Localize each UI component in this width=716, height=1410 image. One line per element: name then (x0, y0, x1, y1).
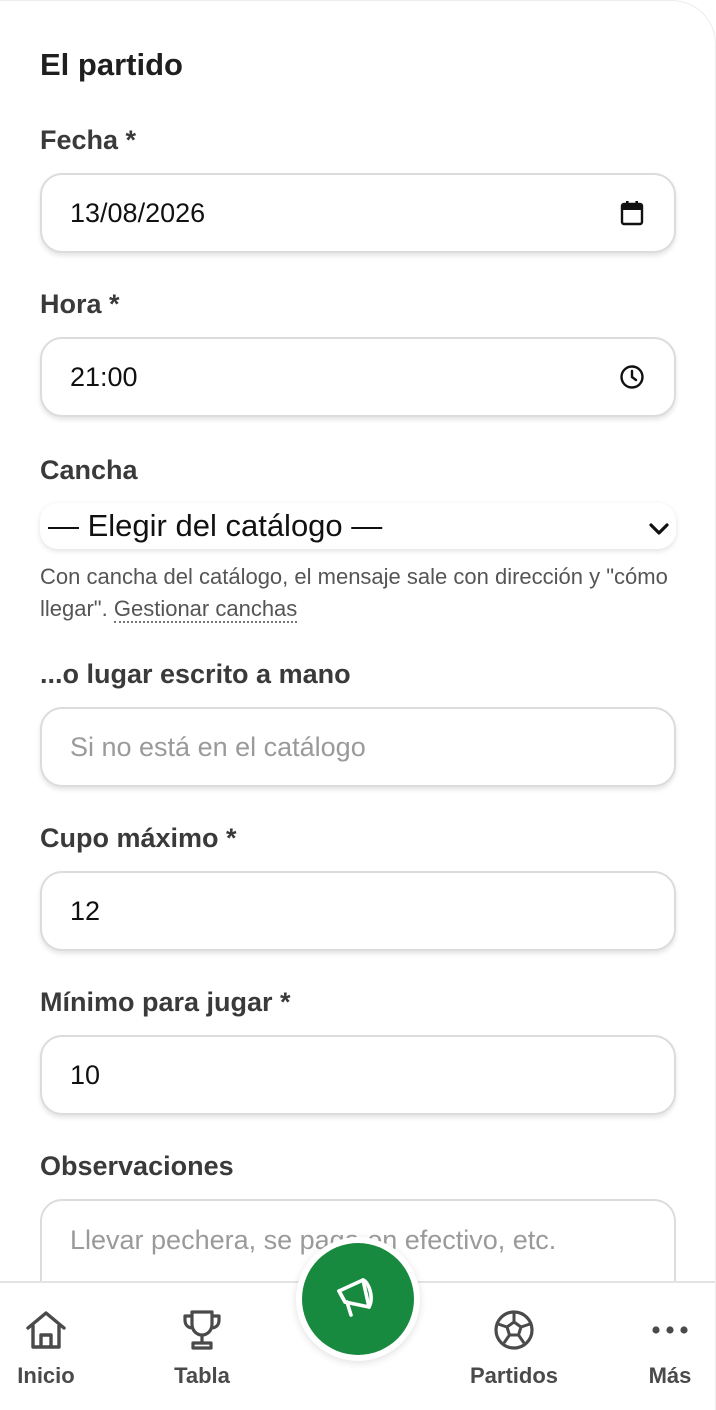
nav-item-inicio[interactable]: Inicio (0, 1283, 101, 1410)
hora-value: 21:00 (70, 361, 138, 392)
nav-label-partidos: Partidos (469, 1363, 559, 1388)
cancha-help: Con cancha del catálogo, el mensaje sale… (40, 561, 680, 625)
nav-label-tabla: Tabla (174, 1363, 230, 1388)
announce-fab-button[interactable] (302, 1243, 414, 1355)
cupo-input[interactable]: 12 (40, 871, 676, 951)
more-icon (650, 1307, 690, 1353)
megaphone-icon (333, 1273, 383, 1326)
fecha-value: 13/08/2026 (70, 197, 206, 228)
nav-item-mas[interactable]: Más (615, 1283, 715, 1410)
cancha-select[interactable]: — Elegir del catálogo — (40, 503, 676, 549)
nav-label-inicio: Inicio (17, 1363, 75, 1388)
minimo-input[interactable]: 10 (40, 1035, 676, 1115)
cancha-label: Cancha (40, 455, 138, 485)
nav-label-mas: Más (648, 1363, 692, 1388)
hora-label: Hora * (40, 289, 120, 319)
manage-canchas-link[interactable]: Gestionar canchas (113, 596, 298, 623)
clock-icon[interactable] (618, 363, 646, 391)
cupo-label: Cupo máximo * (40, 823, 237, 853)
cancha-selected: — Elegir del catálogo — (48, 508, 383, 543)
nav-item-tabla[interactable]: Tabla (147, 1283, 257, 1410)
fecha-input[interactable]: 13/08/2026 (40, 173, 676, 253)
calendar-icon[interactable] (618, 199, 646, 227)
cupo-value: 12 (70, 895, 101, 926)
observaciones-label: Observaciones (40, 1151, 234, 1181)
fecha-label: Fecha * (40, 125, 137, 155)
nav-item-partidos[interactable]: Partidos (459, 1283, 569, 1410)
minimo-label: Mínimo para jugar * (40, 987, 291, 1017)
home-icon (24, 1307, 68, 1353)
observaciones-placeholder: Llevar pechera, se paga en efectivo, etc… (70, 1225, 557, 1255)
form-card: El partido Fecha * 13/08/2026 Hora * 21:… (0, 0, 716, 1410)
section-title: El partido (40, 47, 183, 82)
soccer-ball-icon (492, 1307, 536, 1353)
hora-input[interactable]: 21:00 (40, 337, 676, 417)
lugar-placeholder: Si no está en el catálogo (70, 731, 366, 762)
trophy-icon (180, 1307, 224, 1353)
minimo-value: 10 (70, 1059, 101, 1090)
chevron-down-icon (648, 508, 670, 544)
lugar-label: ...o lugar escrito a mano (40, 659, 351, 689)
lugar-input[interactable]: Si no está en el catálogo (40, 707, 676, 787)
